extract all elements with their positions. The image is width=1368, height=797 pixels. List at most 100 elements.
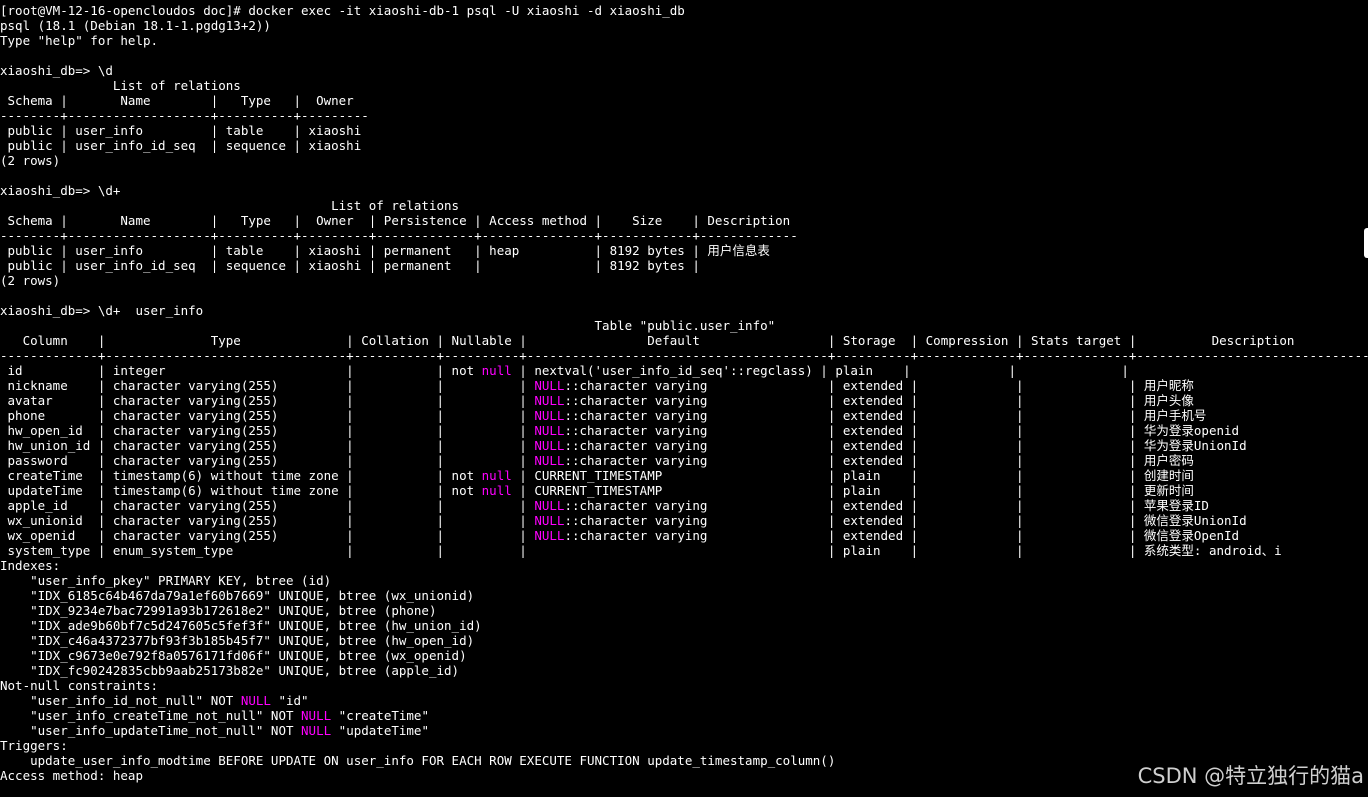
terminal-line: "IDX_ade9b60bf7c5d247605c5fef3f" UNIQUE,… (0, 618, 1368, 633)
terminal-line: public | user_info | table | xiaoshi (0, 123, 1368, 138)
terminal-text: ::character varying | extended | | | 用户密… (564, 453, 1194, 468)
terminal-text: Access method: heap (0, 768, 143, 783)
terminal-text: xiaoshi_db=> \d+ (0, 183, 121, 198)
terminal-text: nickname | character varying(255) | | | (0, 378, 535, 393)
terminal-text: List of relations (0, 78, 241, 93)
terminal-line: Schema | Name | Type | Owner (0, 93, 1368, 108)
terminal-line: "user_info_createTime_not_null" NOT NULL… (0, 708, 1368, 723)
terminal-text: apple_id | character varying(255) | | | (0, 498, 535, 513)
terminal-line: password | character varying(255) | | | … (0, 453, 1368, 468)
terminal-text: [root@VM-12-16-opencloudos doc]# docker … (0, 3, 685, 18)
terminal-text: updateTime | timestamp(6) without time z… (0, 483, 482, 498)
terminal-text: Schema | Name | Type | Owner | Persisten… (0, 213, 791, 228)
terminal-line: "user_info_updateTime_not_null" NOT NULL… (0, 723, 1368, 738)
terminal-text: (2 rows) (0, 153, 61, 168)
terminal-line: Type "help" for help. (0, 33, 1368, 48)
terminal-text: ::character varying | extended | | | 用户头… (564, 393, 1194, 408)
terminal-line: xiaoshi_db=> \d+ user_info (0, 303, 1368, 318)
terminal-text: -------------+--------------------------… (0, 348, 1368, 363)
terminal-text: "user_info_createTime_not_null" NOT (0, 708, 302, 723)
terminal-text: ::character varying | extended | | | 微信登… (564, 513, 1247, 528)
terminal-text: id | integer | | not (0, 363, 482, 378)
terminal-line: "user_info_pkey" PRIMARY KEY, btree (id) (0, 573, 1368, 588)
terminal-line: public | user_info_id_seq | sequence | x… (0, 258, 1368, 273)
terminal-line: wx_openid | character varying(255) | | |… (0, 528, 1368, 543)
terminal-text: "user_info_updateTime_not_null" NOT (0, 723, 302, 738)
terminal-line: "IDX_fc90242835cbb9aab25173b82e" UNIQUE,… (0, 663, 1368, 678)
null-keyword: NULL (301, 708, 332, 723)
terminal-text: wx_openid | character varying(255) | | | (0, 528, 535, 543)
terminal-line: --------+-------------------+----------+… (0, 108, 1368, 123)
terminal-window[interactable]: [root@VM-12-16-opencloudos doc]# docker … (0, 3, 1368, 797)
terminal-line: system_type | enum_system_type | | | | p… (0, 543, 1368, 558)
null-keyword: NULL (534, 453, 565, 468)
terminal-line: public | user_info_id_seq | sequence | x… (0, 138, 1368, 153)
terminal-text: ::character varying | extended | | | 华为登… (564, 423, 1240, 438)
terminal-text: "IDX_ade9b60bf7c5d247605c5fef3f" UNIQUE,… (0, 618, 482, 633)
terminal-text: xiaoshi_db=> \d (0, 63, 113, 78)
terminal-text: phone | character varying(255) | | | (0, 408, 535, 423)
null-keyword: NULL (534, 408, 565, 423)
terminal-text: Type "help" for help. (0, 33, 159, 48)
null-keyword: NULL (534, 423, 565, 438)
scrollbar-thumb[interactable] (1364, 228, 1368, 258)
terminal-line: xiaoshi_db=> \d+ (0, 183, 1368, 198)
terminal-line: id | integer | | not null | nextval('use… (0, 363, 1368, 378)
terminal-line: wx_unionid | character varying(255) | | … (0, 513, 1368, 528)
terminal-text: "user_info_id_not_null" NOT (0, 693, 241, 708)
terminal-line: "IDX_c46a4372377bf93f3b185b45f7" UNIQUE,… (0, 633, 1368, 648)
terminal-text: "IDX_9234e7bac72991a93b172618e2" UNIQUE,… (0, 603, 437, 618)
terminal-line: "user_info_id_not_null" NOT NULL "id" (0, 693, 1368, 708)
terminal-line: -------------+--------------------------… (0, 348, 1368, 363)
terminal-line: "IDX_6185c64b467da79a1ef60b7669" UNIQUE,… (0, 588, 1368, 603)
null-keyword: null (481, 468, 512, 483)
null-keyword: NULL (534, 498, 565, 513)
terminal-text: "updateTime" (331, 723, 429, 738)
terminal-text: ::character varying | extended | | | 苹果登… (564, 498, 1209, 513)
terminal-line: public | user_info | table | xiaoshi | p… (0, 243, 1368, 258)
terminal-text: | CURRENT_TIMESTAMP | plain | | | 更新时间 (511, 483, 1194, 498)
terminal-text: public | user_info_id_seq | sequence | x… (0, 258, 700, 273)
null-keyword: NULL (301, 723, 332, 738)
terminal-line: Indexes: (0, 558, 1368, 573)
terminal-text: xiaoshi_db=> \d+ user_info (0, 303, 204, 318)
terminal-text: Indexes: (0, 558, 61, 573)
terminal-text: "IDX_c46a4372377bf93f3b185b45f7" UNIQUE,… (0, 633, 475, 648)
terminal-text: public | user_info | table | xiaoshi (0, 123, 362, 138)
terminal-text: "IDX_6185c64b467da79a1ef60b7669" UNIQUE,… (0, 588, 475, 603)
terminal-text: List of relations (0, 198, 460, 213)
terminal-text: Column | Type | Collation | Nullable | D… (0, 333, 1295, 348)
terminal-line: Table "public.user_info" (0, 318, 1368, 333)
null-keyword: NULL (240, 693, 271, 708)
null-keyword: null (481, 363, 512, 378)
terminal-text: ::character varying | extended | | | 华为登… (564, 438, 1247, 453)
terminal-line: hw_open_id | character varying(255) | | … (0, 423, 1368, 438)
terminal-text: public | user_info | table | xiaoshi | p… (0, 243, 770, 258)
terminal-line: nickname | character varying(255) | | | … (0, 378, 1368, 393)
null-keyword: NULL (534, 378, 565, 393)
terminal-text: | nextval('user_info_id_seq'::regclass) … (511, 363, 1129, 378)
null-keyword: NULL (534, 393, 565, 408)
null-keyword: NULL (534, 528, 565, 543)
terminal-line: phone | character varying(255) | | | NUL… (0, 408, 1368, 423)
terminal-text: psql (18.1 (Debian 18.1-1.pgdg13+2)) (0, 18, 271, 33)
terminal-text: system_type | enum_system_type | | | | p… (0, 543, 1282, 558)
terminal-line: Column | Type | Collation | Nullable | D… (0, 333, 1368, 348)
terminal-text: Not-null constraints: (0, 678, 159, 693)
terminal-text: "user_info_pkey" PRIMARY KEY, btree (id) (0, 573, 332, 588)
terminal-text: avatar | character varying(255) | | | (0, 393, 535, 408)
terminal-line: apple_id | character varying(255) | | | … (0, 498, 1368, 513)
terminal-line: avatar | character varying(255) | | | NU… (0, 393, 1368, 408)
terminal-text: Schema | Name | Type | Owner (0, 93, 354, 108)
null-keyword: NULL (534, 513, 565, 528)
terminal-line: psql (18.1 (Debian 18.1-1.pgdg13+2)) (0, 18, 1368, 33)
terminal-line: Not-null constraints: (0, 678, 1368, 693)
terminal-line: List of relations (0, 78, 1368, 93)
terminal-text: --------+-------------------+----------+… (0, 108, 369, 123)
terminal-text: ::character varying | extended | | | 微信登… (564, 528, 1240, 543)
terminal-text: "IDX_c9673e0e792f8a0576171fd06f" UNIQUE,… (0, 648, 467, 663)
terminal-line: updateTime | timestamp(6) without time z… (0, 483, 1368, 498)
